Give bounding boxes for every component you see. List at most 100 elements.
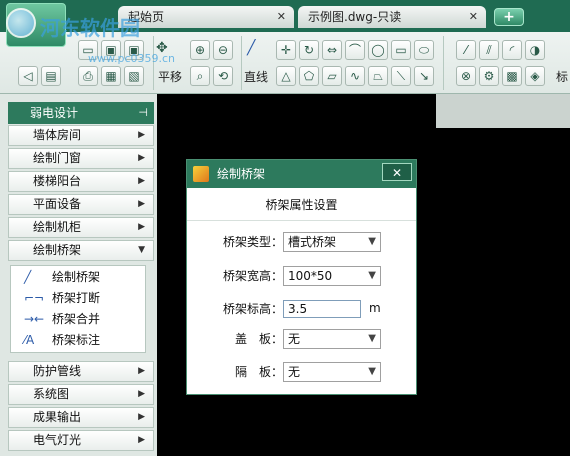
pencil-ruler-icon [193, 166, 209, 182]
menu-item-stairs[interactable]: 楼梯阳台 ▶ [8, 171, 154, 192]
menu-item-label: 防护管线 [33, 364, 82, 378]
menu-item-plan-devices[interactable]: 平面设备 ▶ [8, 194, 154, 215]
print-icon[interactable]: ⎙ [78, 66, 98, 86]
arrow-line-icon[interactable]: ↘ [414, 66, 434, 86]
chevron-right-icon: ▶ [138, 199, 145, 209]
divider [187, 220, 416, 221]
arc-icon[interactable]: ⌒ [345, 40, 365, 60]
elevation-unit: m [369, 301, 381, 315]
rotate-icon[interactable]: ↻ [299, 40, 319, 60]
stretch-icon[interactable]: ⇔ [322, 40, 342, 60]
gear-icon[interactable]: ⚙ [479, 66, 499, 86]
menu-item-doors-windows[interactable]: 绘制门窗 ▶ [8, 148, 154, 169]
menu-item-cabinets[interactable]: 绘制机柜 ▶ [8, 217, 154, 238]
trim-icon[interactable]: ⁄ [456, 40, 476, 60]
draw-tray-icon: ╱ [24, 270, 32, 284]
rectangle-icon[interactable]: ▭ [391, 40, 411, 60]
curve-icon[interactable]: ∿ [345, 66, 365, 86]
watermark-logo [6, 8, 36, 38]
watermark-url: www.pc0359.cn [88, 52, 176, 65]
chevron-right-icon: ▶ [138, 435, 145, 445]
close-icon[interactable]: ✕ [277, 6, 286, 28]
parallelogram-icon[interactable]: ▱ [322, 66, 342, 86]
menu-item-output[interactable]: 成果输出 ▶ [8, 407, 154, 428]
cover-plate-value: 无 [288, 332, 301, 346]
zoom-extents-icon[interactable]: ⟲ [213, 66, 233, 86]
submenu-item-label: 桥架标注 [52, 333, 101, 347]
tab-start-page[interactable]: 起始页 ✕ [118, 6, 294, 28]
ellipse-icon[interactable]: ⬭ [414, 40, 434, 60]
new-file-icon[interactable]: ▤ [41, 66, 61, 86]
tab-document-label: 示例图.dwg-只读 [308, 10, 402, 24]
chevron-right-icon: ▶ [138, 130, 145, 140]
zoom-window-icon[interactable]: ⌕ [190, 66, 210, 86]
tray-elevation-input[interactable] [283, 300, 361, 318]
partition-plate-value: 无 [288, 365, 301, 379]
partition-plate-select[interactable]: 无 ▼ [283, 362, 381, 382]
cover-plate-label: 盖 板： [234, 332, 283, 346]
watermark-text: 河东软件园 [40, 16, 140, 40]
fill-color-icon[interactable]: ◈ [525, 66, 545, 86]
mirror-icon[interactable]: ◑ [525, 40, 545, 60]
circle-icon[interactable]: ◯ [368, 40, 388, 60]
extend-icon[interactable]: ⫽ [479, 40, 499, 60]
ribbon-separator [236, 36, 242, 90]
close-icon[interactable]: ✕ [469, 6, 478, 28]
tray-type-value: 槽式桥架 [288, 235, 337, 249]
dialog-heading: 桥架属性设置 [265, 198, 338, 212]
trapezoid-icon[interactable]: ⏢ [368, 66, 388, 86]
pentagon-icon[interactable]: ⬠ [299, 66, 319, 86]
draw-cable-tray-dialog: 绘制桥架 ✕ 桥架属性设置 桥架类型： 槽式桥架 ▼ 桥架宽高： 100*50 ▼ … [186, 159, 417, 395]
submenu-item-draw-tray[interactable]: ╱ 绘制桥架 [10, 267, 144, 287]
chevron-down-icon: ▼ [368, 366, 376, 377]
triangle-icon[interactable]: △ [276, 66, 296, 86]
chevron-down-icon: ▼ [368, 333, 376, 344]
tray-elevation-label: 桥架标高： [222, 302, 283, 316]
chevron-right-icon: ▶ [138, 176, 145, 186]
dialog-title: 绘制桥架 [217, 167, 266, 181]
tray-size-value: 100*50 [288, 269, 333, 283]
menu-item-label: 绘制门窗 [33, 151, 82, 165]
menu-item-protection-pipes[interactable]: 防护管线 ▶ [8, 361, 154, 382]
chevron-right-icon: ▶ [138, 222, 145, 232]
annotate-label[interactable]: 标 [556, 68, 568, 85]
tray-type-label: 桥架类型： [222, 235, 283, 249]
fillet-icon[interactable]: ◜ [502, 40, 522, 60]
menu-item-electrical-lighting[interactable]: 电气灯光 ▶ [8, 430, 154, 451]
submenu-item-merge-tray[interactable]: →← 桥架合并 [10, 309, 144, 329]
menu-item-cable-tray-expanded[interactable]: 绘制桥架 ▼ [8, 240, 154, 261]
close-button[interactable]: ✕ [382, 163, 412, 181]
export-image-icon[interactable]: ▧ [124, 66, 144, 86]
cover-plate-select[interactable]: 无 ▼ [283, 329, 381, 349]
back-icon[interactable]: ◁ [18, 66, 38, 86]
zoom-out-icon[interactable]: ⊖ [213, 40, 233, 60]
pin-icon[interactable]: ⊣ [138, 102, 148, 124]
export-pdf-icon[interactable]: ▦ [101, 66, 121, 86]
menu-item-label: 绘制桥架 [33, 243, 82, 257]
tab-document[interactable]: 示例图.dwg-只读 ✕ [298, 6, 486, 28]
diagonal-line-icon[interactable]: ⟍ [391, 66, 411, 86]
submenu-item-annotate-tray[interactable]: ⁄A 桥架标注 [10, 330, 144, 350]
menu-item-label: 平面设备 [33, 197, 82, 211]
move-icon[interactable]: ✛ [276, 40, 296, 60]
chevron-right-icon: ▶ [138, 153, 145, 163]
menu-item-label: 墙体房间 [33, 128, 82, 142]
tray-type-select[interactable]: 槽式桥架 ▼ [283, 232, 381, 252]
line-tool-icon[interactable]: ╱ [247, 40, 267, 60]
line-label[interactable]: 直线 [244, 68, 268, 85]
new-tab-button[interactable]: + [494, 8, 524, 26]
chevron-right-icon: ▶ [138, 389, 145, 399]
pan-label[interactable]: 平移 [158, 68, 182, 85]
tray-size-label: 桥架宽高： [222, 269, 283, 283]
panel-title-bar: 弱电设计 ⊣ [8, 102, 154, 124]
menu-item-label: 系统图 [33, 387, 70, 401]
submenu-item-break-tray[interactable]: ⌐¬ 桥架打断 [10, 288, 144, 308]
menu-item-walls[interactable]: 墙体房间 ▶ [8, 125, 154, 146]
zoom-in-icon[interactable]: ⊕ [190, 40, 210, 60]
break-tray-icon: ⌐¬ [24, 291, 45, 305]
hatch-icon[interactable]: ▩ [502, 66, 522, 86]
menu-item-label: 楼梯阳台 [33, 174, 82, 188]
menu-item-system-diagram[interactable]: 系统图 ▶ [8, 384, 154, 405]
explode-icon[interactable]: ⊗ [456, 66, 476, 86]
tray-size-select[interactable]: 100*50 ▼ [283, 266, 381, 286]
